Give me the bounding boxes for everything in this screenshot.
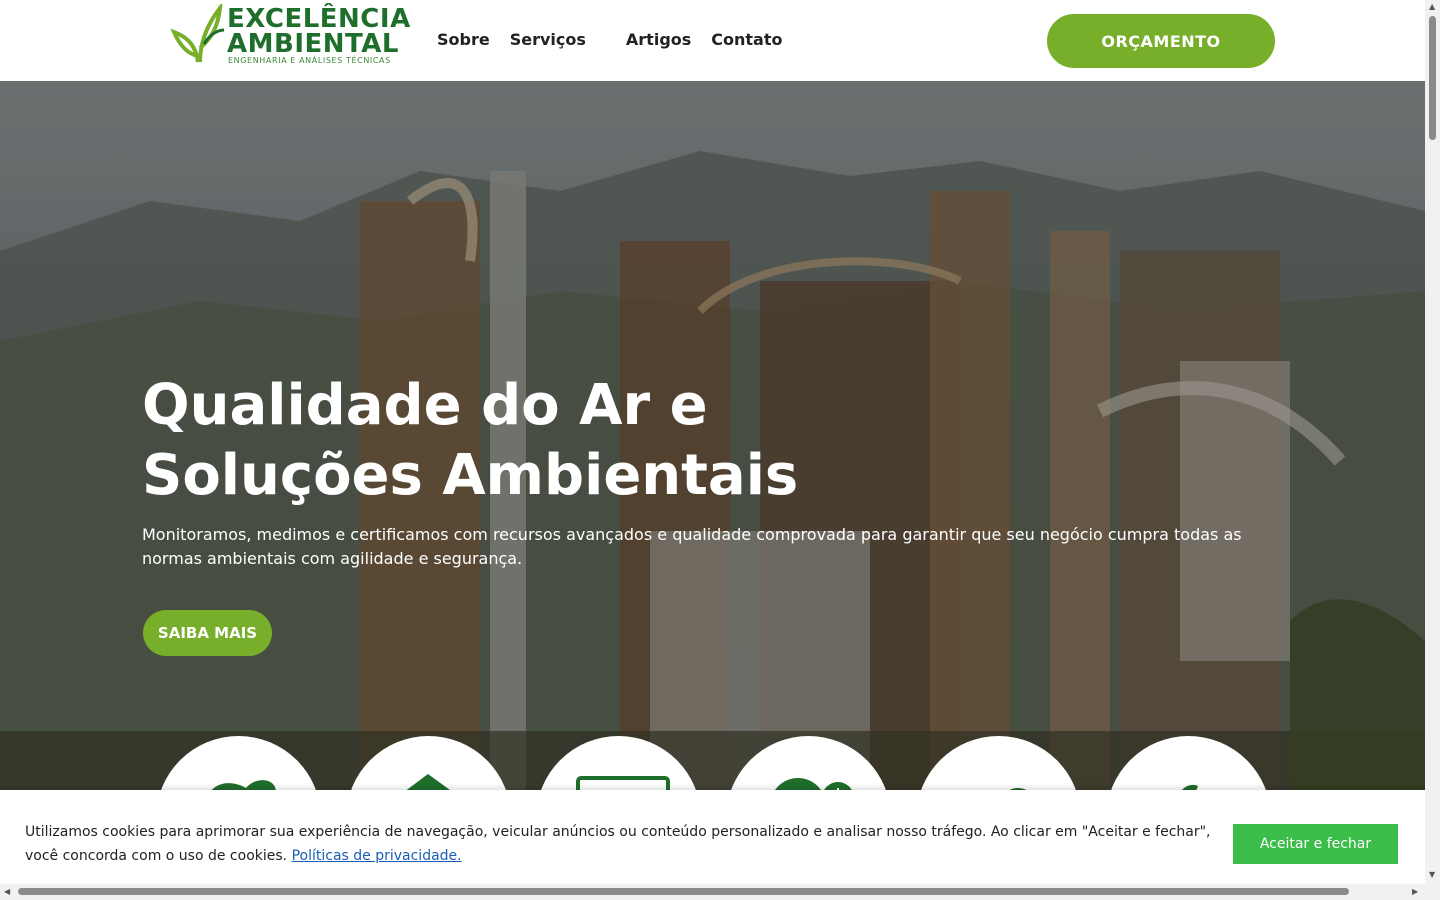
scroll-up-arrow-icon[interactable]: ▲	[1429, 2, 1435, 11]
scrollbar-corner	[1425, 884, 1440, 900]
cookie-banner: Utilizamos cookies para aprimorar sua ex…	[0, 790, 1425, 884]
scroll-right-arrow-icon[interactable]: ▶	[1412, 887, 1418, 896]
logo-text-line2: AMBIENTAL	[227, 29, 399, 59]
site-header: EXCELÊNCIA AMBIENTAL ENGENHARIA E ANÁLIS…	[0, 0, 1425, 81]
scroll-left-arrow-icon[interactable]: ◀	[4, 887, 10, 896]
logo[interactable]: EXCELÊNCIA AMBIENTAL ENGENHARIA E ANÁLIS…	[170, 4, 410, 66]
leaf-logo-icon	[170, 4, 225, 63]
hero-subtitle: Monitoramos, medimos e certificamos com …	[142, 525, 1242, 568]
saiba-mais-button[interactable]: SAIBA MAIS	[143, 610, 272, 656]
privacy-policy-link[interactable]: Políticas de privacidade.	[292, 848, 462, 864]
cookie-text-block: Utilizamos cookies para aprimorar sua ex…	[25, 820, 1220, 868]
nav-item-servicos[interactable]: Serviços	[510, 30, 586, 49]
accept-cookies-button[interactable]: Aceitar e fechar	[1233, 824, 1398, 864]
nav-item-sobre[interactable]: Sobre	[437, 30, 490, 49]
hero-title-line2: Soluções Ambientais	[142, 443, 799, 508]
vertical-scrollbar[interactable]: ▲ ▼	[1425, 0, 1440, 884]
orcamento-button[interactable]: ORÇAMENTO	[1047, 14, 1275, 68]
nav-item-contato[interactable]: Contato	[711, 30, 782, 49]
vertical-scrollbar-thumb[interactable]	[1429, 16, 1436, 140]
cookie-message: Utilizamos cookies para aprimorar sua ex…	[25, 824, 1211, 864]
horizontal-scrollbar-thumb[interactable]	[18, 888, 1349, 895]
hero-section: Qualidade do Ar e Soluções Ambientais Mo…	[0, 81, 1425, 900]
logo-tagline: ENGENHARIA E ANÁLISES TÉCNICAS	[228, 56, 391, 65]
nav-item-artigos[interactable]: Artigos	[626, 30, 691, 49]
horizontal-scrollbar[interactable]: ◀ ▶	[0, 884, 1425, 900]
main-nav: Sobre Serviços Artigos Contato	[437, 30, 783, 49]
hero-title-line1: Qualidade do Ar e	[142, 373, 708, 438]
scroll-down-arrow-icon[interactable]: ▼	[1429, 870, 1435, 879]
hero-title: Qualidade do Ar e Soluções Ambientais	[142, 371, 902, 511]
